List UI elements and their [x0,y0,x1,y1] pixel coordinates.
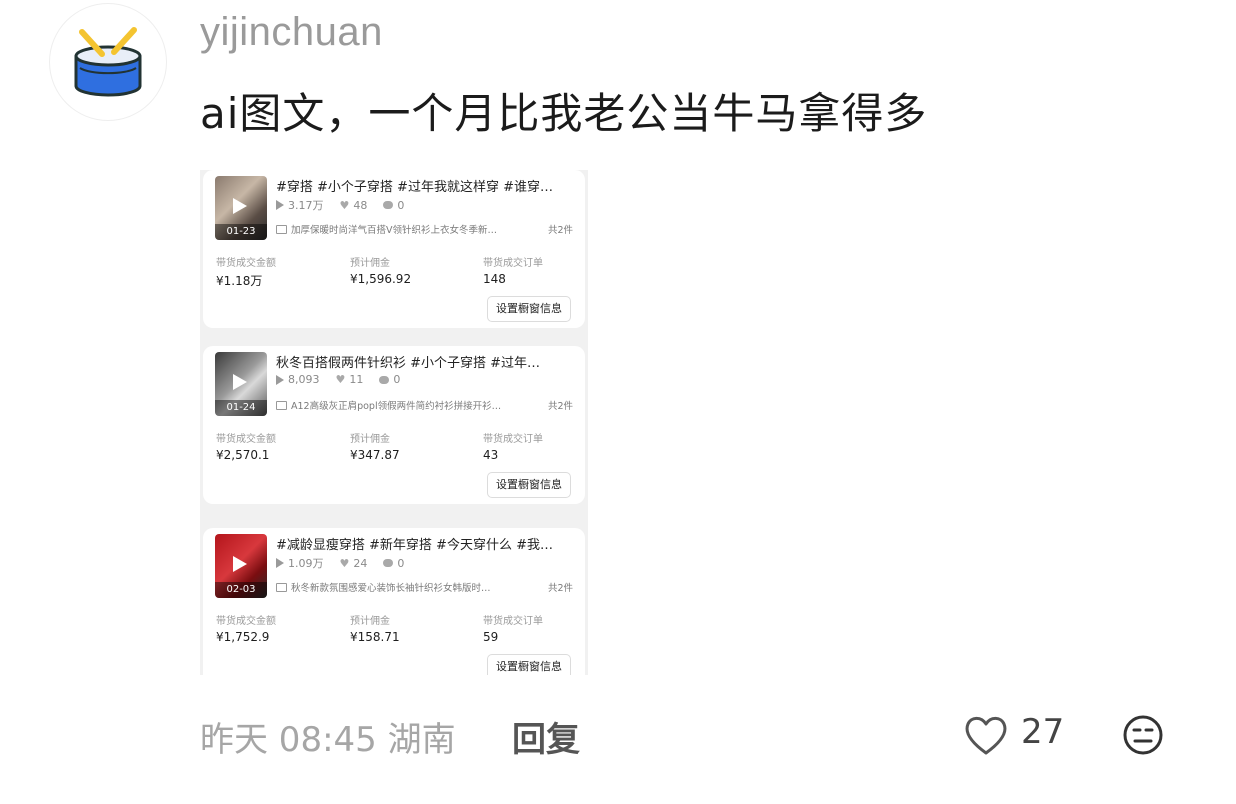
comment-time-location: 昨天 08:45 湖南 [200,720,456,760]
heart-outline-icon [965,716,1007,755]
comment-icon [383,559,394,567]
gmv-label: 带货成交金额 [216,434,276,445]
product-row[interactable]: A12高级灰正肩popl领假两件简约衬衫拼接开衫… 共2件 [276,398,581,412]
drum-icon [74,27,142,97]
gmv-label: 带货成交金额 [216,258,276,269]
video-thumbnail[interactable]: 02-03 [215,534,267,598]
like-count: 27 [1021,712,1065,752]
like-count: 48 [353,198,368,212]
username[interactable]: yijinchuan [200,10,383,55]
product-name: 加厚保暖时尚洋气百搭V领针织衫上衣女冬季新… [291,225,497,236]
video-card: 02-03 #减龄显瘦穿搭 #新年穿搭 #今天穿什么 #我… 1.09万 ♥ 24… [203,528,585,675]
play-count: 1.09万 [288,557,324,570]
comment-count: 0 [397,198,405,212]
set-window-info-button[interactable]: 设置橱窗信息 [487,654,571,675]
play-icon [233,374,247,390]
heart-icon: ♥ [339,198,350,212]
orders-label: 带货成交订单 [483,616,543,627]
commission-value: ¥158.71 [350,630,400,644]
product-row[interactable]: 秋冬新款氛围感爱心装饰长袖针织衫女韩版时… 共2件 [276,580,581,594]
commission-value: ¥347.87 [350,448,400,462]
set-window-info-button[interactable]: 设置橱窗信息 [487,296,571,322]
video-thumbnail[interactable]: 01-24 [215,352,267,416]
video-thumbnail[interactable]: 01-23 [215,176,267,240]
cart-icon [276,401,287,410]
gmv-value: ¥2,570.1 [216,448,270,462]
heart-icon: ♥ [339,556,350,570]
set-window-info-button[interactable]: 设置橱窗信息 [487,472,571,498]
play-count-icon [276,374,284,385]
gmv-value: ¥1,752.9 [216,630,270,644]
product-count: 共2件 [547,401,573,412]
play-count-icon [276,200,284,210]
product-name: A12高级灰正肩popl领假两件简约衬衫拼接开衫… [291,401,502,412]
video-date: 01-23 [215,224,267,240]
neutral-face-icon [1123,715,1163,755]
reply-button[interactable]: 回复 [512,712,580,761]
play-count: 3.17万 [288,199,324,212]
video-stats: 8,093 ♥ 11 0 [276,373,400,386]
product-count: 共2件 [547,225,573,236]
like-count: 11 [349,373,364,386]
product-count: 共2件 [547,583,573,594]
orders-value: 59 [483,630,499,644]
user-avatar[interactable] [49,3,167,121]
orders-label: 带货成交订单 [483,258,543,269]
gmv-value: ¥1.18万 [216,274,263,288]
video-date: 02-03 [215,582,267,598]
commission-label: 预计佣金 [350,616,390,627]
orders-value: 148 [483,272,506,286]
video-stats: 1.09万 ♥ 24 0 [276,555,404,571]
comment-count: 0 [397,556,405,570]
cart-icon [276,583,287,592]
commission-label: 预计佣金 [350,258,390,269]
comment-text: ai图文，一个月比我老公当牛马拿得多 [200,89,928,138]
comment-icon [379,375,390,384]
heart-icon: ♥ [335,373,346,386]
like-count: 24 [353,556,368,570]
video-card: 01-24 秋冬百搭假两件针织衫 #小个子穿搭 #过年… 8,093 ♥ 11 0… [203,346,585,504]
comment-icon [383,201,394,209]
orders-label: 带货成交订单 [483,434,543,445]
video-title[interactable]: #穿搭 #小个子穿搭 #过年我就这样穿 #谁穿… [276,176,581,195]
cart-icon [276,225,287,234]
play-icon [233,198,247,214]
play-count: 8,093 [288,373,320,386]
like-button[interactable] [962,713,1010,757]
comment-image[interactable]: 01-23 #穿搭 #小个子穿搭 #过年我就这样穿 #谁穿… 3.17万 ♥ 48… [200,170,588,675]
comment-count: 0 [393,373,401,386]
video-date: 01-24 [215,400,267,416]
product-name: 秋冬新款氛围感爱心装饰长袖针织衫女韩版时… [291,583,491,594]
video-title[interactable]: 秋冬百搭假两件针织衫 #小个子穿搭 #过年… [276,352,581,371]
commission-label: 预计佣金 [350,434,390,445]
play-count-icon [276,558,284,568]
product-row[interactable]: 加厚保暖时尚洋气百搭V领针织衫上衣女冬季新… 共2件 [276,222,581,236]
orders-value: 43 [483,448,499,462]
video-title[interactable]: #减龄显瘦穿搭 #新年穿搭 #今天穿什么 #我… [276,534,581,553]
emoji-reaction-button[interactable] [1122,714,1164,756]
commission-value: ¥1,596.92 [350,272,412,286]
play-icon [233,556,247,572]
video-card: 01-23 #穿搭 #小个子穿搭 #过年我就这样穿 #谁穿… 3.17万 ♥ 48… [203,170,585,328]
video-stats: 3.17万 ♥ 48 0 [276,197,404,213]
gmv-label: 带货成交金额 [216,616,276,627]
